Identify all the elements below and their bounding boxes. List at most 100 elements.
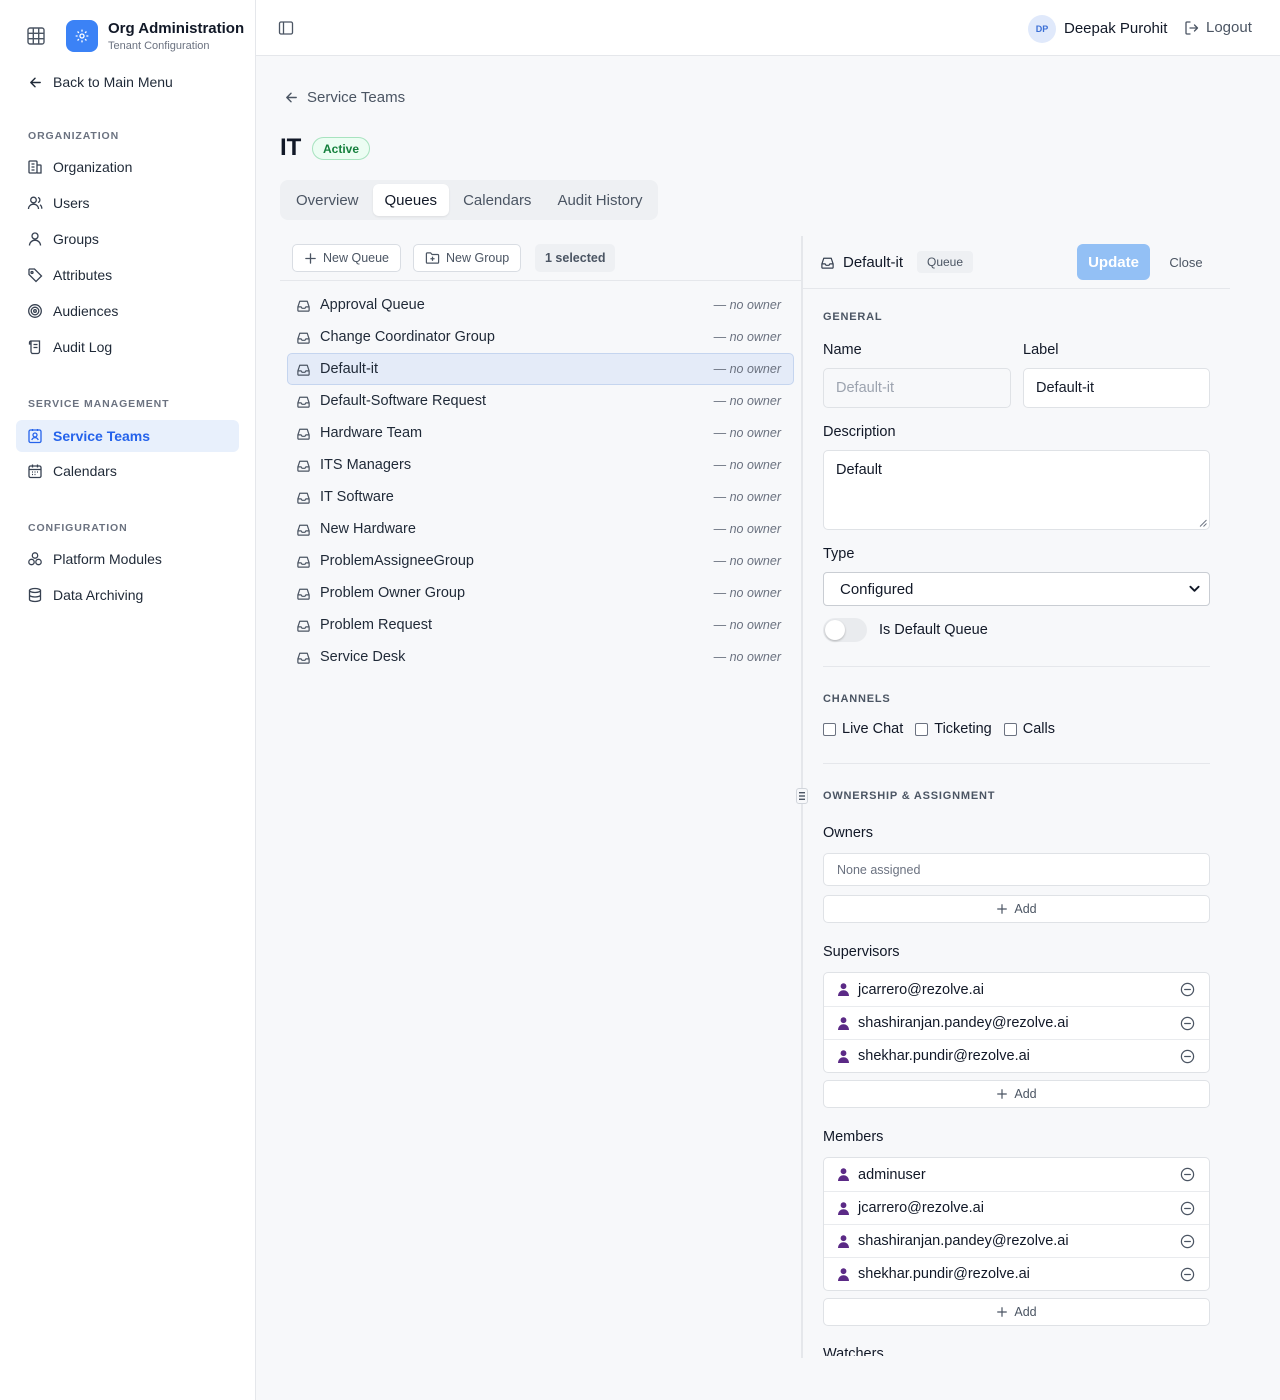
sidebar-item-data-archiving[interactable]: Data Archiving (16, 579, 239, 611)
sidebar-item-label: Groups (53, 231, 99, 247)
queue-name: Approval Queue (320, 297, 425, 313)
channel-live-chat[interactable]: Live Chat (823, 721, 903, 737)
list-item: shekhar.pundir@rezolve.ai (824, 1039, 1209, 1072)
inbox-icon (297, 364, 310, 376)
back-to-main-menu-label: Back to Main Menu (53, 74, 173, 90)
queue-name: Service Desk (320, 649, 406, 665)
sidebar-item-users[interactable]: Users (16, 187, 239, 219)
remove-icon[interactable] (1180, 1016, 1195, 1031)
queue-row[interactable]: Problem Owner Group — no owner (287, 577, 794, 609)
new-queue-button[interactable]: New Queue (292, 244, 402, 272)
type-select[interactable]: Configured (823, 572, 1210, 606)
sidebar-item-calendars[interactable]: Calendars (16, 455, 239, 487)
queue-row[interactable]: ITS Managers — no owner (287, 449, 794, 481)
add-supervisor-button[interactable]: Add (823, 1080, 1210, 1108)
close-button[interactable]: Close (1165, 244, 1207, 280)
type-label: Type (823, 546, 855, 562)
channel-calls[interactable]: Calls (1003, 721, 1055, 737)
sidebar-item-audit-log[interactable]: Audit Log (16, 331, 239, 363)
queue-detail-pane: Default-it Queue Update Close GENERAL Na… (803, 236, 1230, 1356)
sidebar-item-attributes[interactable]: Attributes (16, 259, 239, 291)
person-name: adminuser (858, 1166, 926, 1183)
tab-audit-history[interactable]: Audit History (545, 184, 654, 216)
channels-group: Live Chat Ticketing Calls (823, 721, 1055, 737)
label-label: Label (1023, 342, 1059, 358)
remove-icon[interactable] (1180, 1049, 1195, 1064)
queue-owner: — no owner (713, 298, 781, 312)
queue-row[interactable]: Change Coordinator Group — no owner (287, 321, 794, 353)
tab-overview[interactable]: Overview (284, 184, 371, 216)
sidebar-item-audiences[interactable]: Audiences (16, 295, 239, 327)
ticketing-checkbox[interactable] (915, 722, 929, 736)
new-group-button[interactable]: New Group (413, 244, 522, 272)
inbox-icon (297, 300, 310, 312)
inbox-icon (821, 257, 834, 269)
name-field[interactable]: Default-it (823, 368, 1011, 408)
add-owner-button[interactable]: Add (823, 895, 1210, 923)
person-name: jcarrero@rezolve.ai (858, 981, 984, 998)
remove-icon[interactable] (1180, 982, 1195, 997)
queue-owner: — no owner (713, 522, 781, 536)
queue-name: New Hardware (320, 521, 416, 537)
general-section-label: GENERAL (823, 311, 883, 323)
apps-grid-icon[interactable] (27, 27, 45, 45)
breadcrumb[interactable]: Service Teams (284, 89, 405, 106)
inbox-icon (297, 588, 310, 600)
inbox-icon (297, 620, 310, 632)
sidebar-item-label: Audiences (53, 303, 119, 319)
queue-owner: — no owner (713, 426, 781, 440)
list-item: jcarrero@rezolve.ai (824, 973, 1209, 1006)
app-subtitle: Tenant Configuration (108, 40, 210, 52)
queue-name: Default-it (320, 361, 379, 377)
live-chat-checkbox[interactable] (823, 722, 836, 736)
back-to-main-menu-link[interactable]: Back to Main Menu (28, 74, 173, 90)
remove-icon[interactable] (1180, 1267, 1195, 1282)
queue-owner: — no owner (713, 586, 781, 600)
queue-row[interactable]: Hardware Team — no owner (287, 417, 794, 449)
sidebar-item-label: Platform Modules (53, 551, 162, 567)
brand: Org Administration Tenant Configuration (0, 0, 256, 72)
plus-icon (305, 252, 316, 264)
add-member-button[interactable]: Add (823, 1298, 1210, 1326)
plus-icon (997, 904, 1008, 914)
channel-ticketing[interactable]: Ticketing (915, 721, 992, 737)
ownership-section-label: OWNERSHIP & ASSIGNMENT (823, 790, 996, 802)
sidebar-item-organization[interactable]: Organization (16, 151, 239, 183)
sidebar-item-service-teams[interactable]: Service Teams (16, 420, 239, 452)
queue-list-pane: New Queue New Group 1 selected Approval … (280, 236, 802, 1360)
calls-checkbox[interactable] (1003, 722, 1017, 736)
is-default-toggle[interactable] (823, 618, 867, 642)
logout-button[interactable]: Logout (1184, 19, 1252, 36)
remove-icon[interactable] (1180, 1201, 1195, 1216)
resize-grip-icon[interactable] (1199, 519, 1207, 527)
section-label-organization: ORGANIZATION (28, 130, 120, 142)
sidebar-item-platform-modules[interactable]: Platform Modules (16, 543, 239, 575)
queue-owner: — no owner (713, 458, 781, 472)
queue-row[interactable]: New Hardware — no owner (287, 513, 794, 545)
queue-row[interactable]: Service Desk — no owner (287, 641, 794, 673)
queue-name: IT Software (320, 489, 394, 505)
tab-calendars[interactable]: Calendars (451, 184, 543, 216)
inbox-icon (297, 556, 310, 568)
remove-icon[interactable] (1180, 1167, 1195, 1182)
queue-row[interactable]: IT Software — no owner (287, 481, 794, 513)
contact-icon (28, 429, 42, 444)
sidebar-toggle-icon[interactable] (278, 20, 294, 36)
label-field[interactable]: Default-it (1023, 368, 1210, 408)
queue-row[interactable]: Problem Request — no owner (287, 609, 794, 641)
queue-row[interactable]: ProblemAssigneeGroup — no owner (287, 545, 794, 577)
description-label: Description (823, 424, 896, 440)
sidebar-item-label: Audit Log (53, 339, 113, 355)
avatar[interactable]: DP (1028, 15, 1056, 43)
sidebar-item-groups[interactable]: Groups (16, 223, 239, 255)
remove-icon[interactable] (1180, 1234, 1195, 1249)
plus-icon (997, 1307, 1008, 1317)
tab-queues[interactable]: Queues (372, 184, 450, 216)
toggle-knob (825, 620, 845, 640)
queue-row[interactable]: Default-it — no owner (287, 353, 794, 385)
queue-name: Problem Request (320, 617, 433, 633)
description-field[interactable]: Default (823, 450, 1210, 530)
queue-row[interactable]: Approval Queue — no owner (287, 289, 794, 321)
queue-row[interactable]: Default-Software Request — no owner (287, 385, 794, 417)
update-button[interactable]: Update (1077, 244, 1150, 280)
